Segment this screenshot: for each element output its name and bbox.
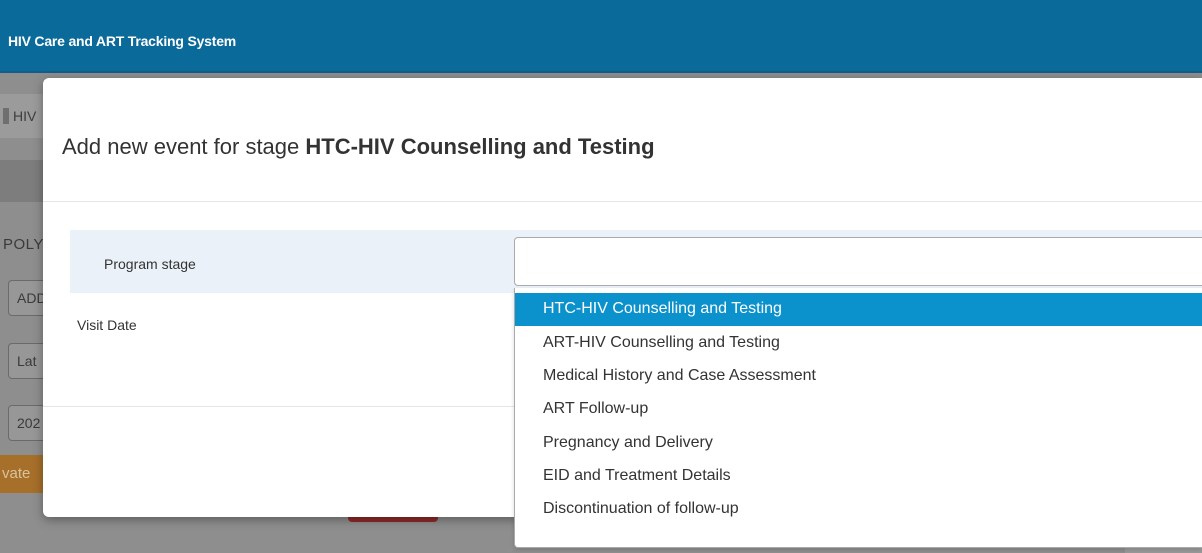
dropdown-option[interactable]: ART Follow-up <box>515 393 1202 426</box>
app-header: HIV Care and ART Tracking System <box>0 0 1202 73</box>
modal-header: Add new event for stage HTC-HIV Counsell… <box>43 78 1202 202</box>
visit-date-label: Visit Date <box>77 317 137 333</box>
background-tab-label: HIV <box>13 108 37 124</box>
dropdown-option[interactable]: Medical History and Case Assessment <box>515 360 1202 393</box>
background-tab-icon <box>3 108 9 124</box>
program-stage-select[interactable] <box>514 237 1202 286</box>
modal-title-stage: HTC-HIV Counselling and Testing <box>305 134 655 159</box>
modal-title-prefix: Add new event for stage <box>62 134 306 159</box>
dropdown-option[interactable]: EID and Treatment Details <box>515 460 1202 493</box>
background-heading: POLY <box>3 236 44 253</box>
dropdown-option[interactable]: Discontinuation of follow-up <box>515 493 1202 526</box>
program-stage-dropdown: HTC-HIV Counselling and Testing ART-HIV … <box>514 288 1202 548</box>
app-title: HIV Care and ART Tracking System <box>8 33 237 49</box>
dropdown-option[interactable]: Pregnancy and Delivery <box>515 427 1202 460</box>
dropdown-option[interactable]: ART-HIV Counselling and Testing <box>515 327 1202 360</box>
program-stage-label: Program stage <box>104 256 196 272</box>
modal-title: Add new event for stage HTC-HIV Counsell… <box>62 134 655 160</box>
dropdown-option[interactable]: HTC-HIV Counselling and Testing <box>515 293 1202 326</box>
